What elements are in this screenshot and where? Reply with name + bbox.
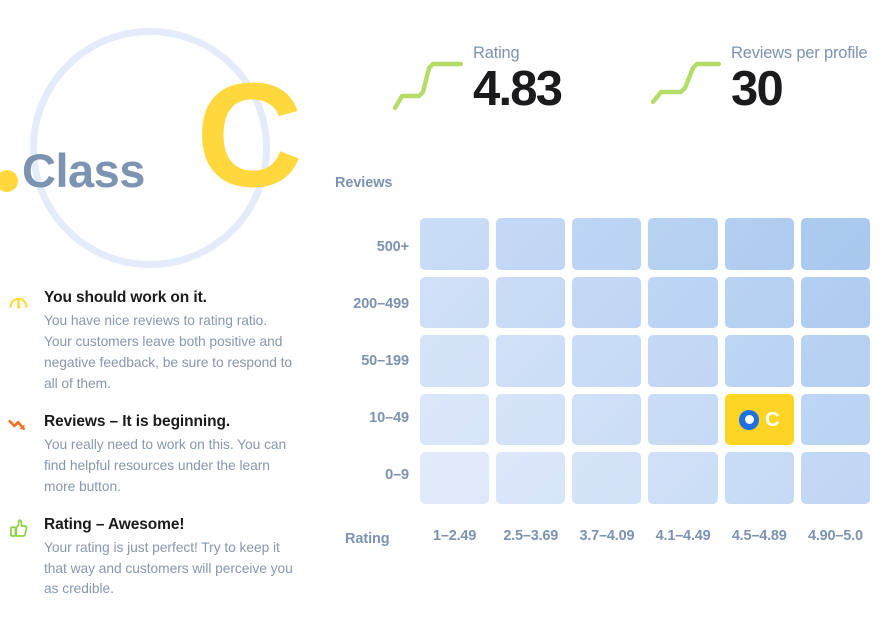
heatmap-cell[interactable]: [648, 452, 718, 504]
x-axis-title: Rating: [345, 531, 390, 547]
heatmap-cell[interactable]: [572, 218, 642, 270]
y-axis-title: Reviews: [335, 175, 393, 191]
scorecard-page: Class C You should work on it. You have …: [0, 0, 896, 624]
cell-grade-letter: C: [765, 408, 780, 431]
heatmap-grid: C: [420, 218, 870, 504]
y-axis-tick-label: 0–9: [385, 467, 409, 484]
x-axis-tick-label: 4.1–4.49: [655, 528, 711, 544]
advisory-text: Rating – Awesome! Your rating is just pe…: [38, 515, 325, 601]
heatmap-cell-highlighted[interactable]: C: [724, 393, 794, 446]
class-label: Class: [22, 144, 145, 197]
heatmap-cell[interactable]: [724, 335, 794, 387]
heatmap-cell[interactable]: [572, 335, 642, 387]
trend-down-icon: [8, 412, 38, 438]
advisory-body: You have nice reviews to rating ratio. Y…: [44, 312, 293, 391]
advisory-body: You really need to work on this. You can…: [44, 436, 287, 494]
advisory-list: You should work on it. You have nice rev…: [0, 288, 325, 617]
x-axis-tick-label: 1–2.49: [433, 528, 477, 544]
heatmap-cell[interactable]: [572, 276, 642, 329]
x-axis-tick-label: 2.5–3.69: [503, 528, 559, 544]
heatmap-cell[interactable]: [800, 335, 870, 387]
class-grade-letter: C: [196, 53, 303, 218]
x-axis-tick-label: 4.5–4.89: [731, 528, 787, 544]
advisory-item-reviews: Reviews – It is beginning. You really ne…: [0, 412, 325, 498]
heatmap-cell[interactable]: [648, 393, 718, 446]
position-marker-icon: [739, 409, 760, 430]
y-axis-tick-label: 50–199: [361, 353, 409, 369]
heatmap-cell[interactable]: [420, 452, 490, 504]
heatmap-cell[interactable]: [724, 276, 794, 329]
y-axis-tick-labels: 500+ 200–499 50–199 10–49 0–9: [325, 218, 413, 504]
heatmap-cell[interactable]: [572, 452, 642, 504]
x-axis-tick-label: 4.90–5.0: [807, 528, 863, 544]
heatmap-cell[interactable]: [648, 218, 718, 270]
heatmap-cell[interactable]: [724, 452, 794, 504]
thumbs-up-icon: [8, 515, 38, 541]
heatmap-cell[interactable]: [496, 218, 566, 270]
heatmap-cell[interactable]: [800, 393, 870, 446]
heatmap-cell[interactable]: [800, 276, 870, 329]
y-axis-tick-label: 500+: [376, 238, 409, 255]
heatmap-cell[interactable]: [572, 393, 642, 446]
heatmap-cell[interactable]: [420, 218, 490, 270]
heatmap-cell[interactable]: [724, 218, 794, 270]
advisory-text: Reviews – It is beginning. You really ne…: [38, 412, 325, 498]
y-axis-tick-label: 200–499: [353, 295, 409, 312]
heatmap-cell[interactable]: [496, 452, 566, 504]
x-axis-tick-label: 3.7–4.09: [579, 528, 635, 544]
rating-reviews-heatmap: Reviews 500+ 200–499 50–199 10–49 0–9 C Rati…: [325, 0, 896, 624]
advisory-body: Your rating is just perfect! Try to keep…: [44, 539, 293, 597]
advisory-title: Rating – Awesome!: [44, 515, 185, 533]
x-axis-tick-labels: 1–2.49 2.5–3.69 3.7–4.09 4.1–4.49 4.5–4.89 4.…: [420, 528, 870, 544]
advisory-item-rating: Rating – Awesome! Your rating is just pe…: [0, 515, 325, 601]
heatmap-cell[interactable]: [648, 335, 718, 387]
heatmap-cell[interactable]: [496, 393, 566, 446]
heatmap-cell[interactable]: [420, 276, 490, 329]
class-badge: Class C: [0, 0, 325, 285]
gauge-icon: [8, 288, 38, 314]
heatmap-cell[interactable]: [496, 335, 566, 387]
advisory-text: You should work on it. You have nice rev…: [38, 288, 325, 395]
heatmap-cell[interactable]: [496, 276, 566, 329]
badge-dot-icon: [0, 170, 18, 192]
y-axis-tick-label: 10–49: [369, 410, 409, 427]
heatmap-cell[interactable]: [800, 452, 870, 504]
advisory-title: Reviews – It is beginning.: [44, 412, 231, 430]
left-panel: Class C You should work on it. You have …: [0, 0, 325, 624]
heatmap-cell[interactable]: [800, 218, 870, 270]
advisory-title: You should work on it.: [44, 289, 207, 306]
heatmap-cell[interactable]: [648, 276, 718, 329]
right-panel: Rating 4.83 Reviews per profile 30 Revie…: [325, 0, 896, 624]
advisory-item-reviews-ratio: You should work on it. You have nice rev…: [0, 288, 325, 395]
heatmap-cell[interactable]: [420, 335, 490, 387]
heatmap-cell[interactable]: [420, 393, 490, 446]
